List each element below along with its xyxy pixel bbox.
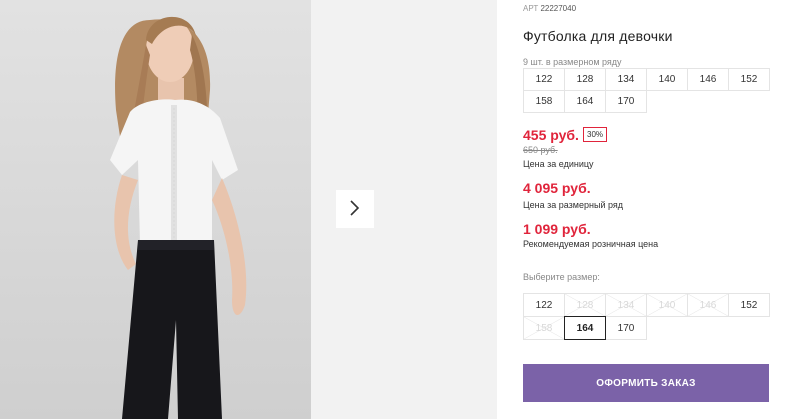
old-price: 650 руб.: [523, 145, 558, 155]
size-row-grid: 122 128 134 140 146 152 158 164 170: [523, 68, 770, 113]
unit-price: 455 руб.: [523, 127, 579, 143]
discount-badge: 30%: [583, 127, 608, 142]
row-price-caption: Цена за размерный ряд: [523, 200, 624, 210]
size-row-cell: 164: [564, 90, 606, 113]
size-option[interactable]: 170: [605, 316, 647, 340]
retail-price-caption: Рекомендуемая розничная цена: [523, 239, 659, 249]
row-price: 4 095 руб.: [523, 180, 591, 196]
size-option-unavailable: 128: [564, 293, 606, 317]
size-row-cell: 170: [605, 90, 647, 113]
chevron-right-icon: [349, 199, 361, 220]
retail-price: 1 099 руб.: [523, 221, 591, 237]
article-value: 22227040: [540, 4, 577, 13]
gallery-next-button[interactable]: [336, 190, 374, 228]
size-option-unavailable: 140: [646, 293, 688, 317]
size-row-cell: 146: [687, 68, 729, 91]
size-selector: 122 128 134 140 146 152 158 164 170: [523, 293, 770, 340]
size-row-cell: 134: [605, 68, 647, 91]
size-row-cell: 128: [564, 68, 606, 91]
product-title: Футболка для девочки: [523, 28, 673, 44]
size-option-unavailable: 158: [523, 316, 565, 340]
size-row-cell: 122: [523, 68, 565, 91]
size-option-unavailable: 134: [605, 293, 647, 317]
unit-price-caption: Цена за единицу: [523, 159, 594, 169]
size-row-cell: 152: [728, 68, 770, 91]
place-order-button[interactable]: ОФОРМИТЬ ЗАКАЗ: [523, 364, 769, 402]
size-option[interactable]: 152: [728, 293, 770, 317]
size-row-note: 9 шт. в размерном ряду: [523, 57, 622, 67]
article-label: АРТ: [523, 4, 539, 13]
choose-size-label: Выберите размер:: [523, 272, 600, 282]
product-gallery: [0, 0, 497, 419]
article-number: АРТ 22227040: [523, 4, 576, 13]
size-option-selected[interactable]: 164: [564, 316, 606, 340]
size-row-cell: 140: [646, 68, 688, 91]
size-option[interactable]: 122: [523, 293, 565, 317]
product-photo: [0, 0, 311, 419]
size-row-cell: 158: [523, 90, 565, 113]
size-option-unavailable: 146: [687, 293, 729, 317]
